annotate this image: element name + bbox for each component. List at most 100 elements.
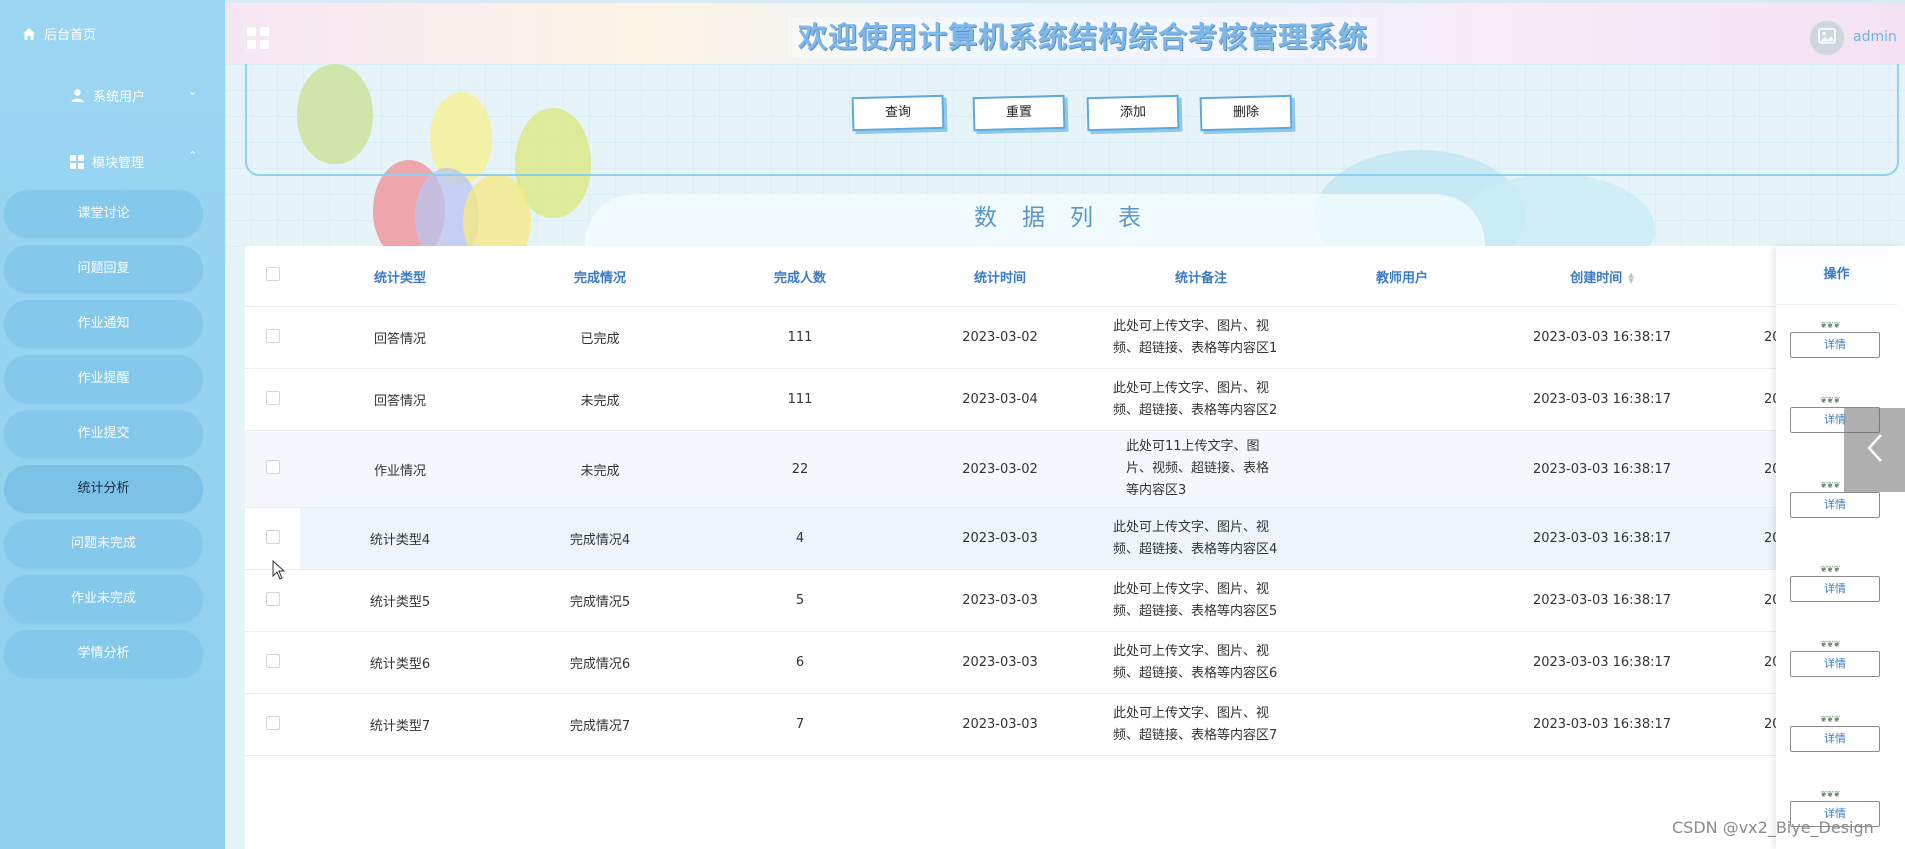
row-checkbox-cell[interactable] — [245, 631, 300, 694]
column-header: 统计备注 — [1100, 246, 1302, 307]
cell-note: 此处可11上传文字、图片、视频、超链接、表格等内容区3 — [1126, 439, 1270, 498]
cell-count: 22 — [700, 430, 900, 508]
cell-note-cell: 此处可上传文字、图片、视频、超链接、表格等内容区4 — [1100, 507, 1302, 570]
sidebar-item-unfinished-questions[interactable]: 问题未完成 — [4, 520, 203, 568]
image-icon — [1818, 28, 1836, 48]
cell-teacher — [1302, 306, 1502, 369]
row-checkbox-cell[interactable] — [245, 693, 300, 756]
detail-button[interactable]: 详情 — [1790, 726, 1880, 752]
cell-note-cell: 此处可上传文字、图片、视频、超链接、表格等内容区5 — [1100, 569, 1302, 632]
row-checkbox[interactable] — [265, 328, 280, 343]
menu-toggle-icon[interactable] — [247, 27, 269, 53]
cell-note-cell: 此处可上传文字、图片、视频、超链接、表格等内容区6 — [1100, 631, 1302, 694]
reset-button[interactable]: 重置 — [972, 94, 1066, 132]
user-icon — [70, 88, 85, 103]
cell-created: 2023-03-03 16:38:17 — [1502, 430, 1702, 508]
row-checkbox-cell[interactable] — [245, 430, 300, 508]
system-title: 欢迎使用计算机系统结构综合考核管理系统 — [788, 17, 1378, 57]
top-bar: 欢迎使用计算机系统结构综合考核管理系统 admin — [225, 0, 1905, 67]
cell-type: 统计类型5 — [300, 569, 500, 632]
add-button[interactable]: 添加 — [1086, 94, 1180, 132]
cell-date: 2023-03-03 — [900, 507, 1100, 570]
cell-status: 未完成 — [500, 368, 700, 431]
cell-type: 作业情况 — [300, 430, 500, 508]
sidebar-item-unfinished-homework[interactable]: 作业未完成 — [4, 575, 203, 623]
sidebar-group-users[interactable]: 系统用户 ⌄ — [70, 85, 197, 105]
detail-button[interactable]: 详情 — [1790, 576, 1880, 602]
sidebar-item-homework-submit[interactable]: 作业提交 — [4, 410, 203, 458]
leaf-decoration-icon: ❦❦❦ — [1820, 640, 1841, 650]
cell-created: 2023-03-03 16:38:17 — [1502, 368, 1702, 431]
table-row: 统计类型5 完成情况5 5 2023-03-03 此处可上传文字、图片、视频、超… — [245, 569, 1905, 632]
cell-count: 6 — [700, 631, 900, 694]
column-header-sortable[interactable]: 创建时间 ▲ ▼ — [1502, 246, 1702, 307]
leaf-decoration-icon: ❦❦❦ — [1820, 396, 1841, 406]
sidebar-item-question-reply[interactable]: 问题回复 — [4, 245, 203, 293]
row-checkbox[interactable] — [265, 591, 280, 606]
row-checkbox[interactable] — [265, 653, 280, 668]
cell-note: 此处可上传文字、图片、视频、超链接、表格等内容区6 — [1113, 643, 1278, 681]
table-row: 统计类型4 完成情况4 4 2023-03-03 此处可上传文字、图片、视频、超… — [245, 507, 1905, 570]
row-checkbox-cell[interactable] — [245, 306, 300, 369]
user-name[interactable]: admin — [1853, 29, 1897, 45]
query-button[interactable]: 查询 — [851, 94, 945, 132]
sidebar-item-statistics[interactable]: 统计分析 — [4, 465, 203, 513]
cell-count: 111 — [700, 306, 900, 369]
table-row: 作业情况 未完成 22 2023-03-02 此处可11上传文字、图片、视频、超… — [245, 430, 1905, 508]
row-checkbox[interactable] — [265, 529, 280, 544]
select-all-cell[interactable] — [245, 246, 300, 307]
cell-note-cell: 此处可上传文字、图片、视频、超链接、表格等内容区1 — [1100, 306, 1302, 369]
cell-status: 完成情况4 — [500, 507, 700, 570]
row-checkbox[interactable] — [265, 390, 280, 405]
sidebar-item-learning-analysis[interactable]: 学情分析 — [4, 630, 203, 678]
cell-type: 回答情况 — [300, 368, 500, 431]
cell-note: 此处可上传文字、图片、视频、超链接、表格等内容区5 — [1113, 581, 1278, 619]
cell-date: 2023-03-02 — [900, 430, 1100, 508]
table-row: 回答情况 已完成 111 2023-03-02 此处可上传文字、图片、视频、超链… — [245, 306, 1905, 369]
sidebar-home[interactable]: 后台首页 — [22, 24, 96, 43]
sidebar-item-homework-reminder[interactable]: 作业提醒 — [4, 355, 203, 403]
cell-count: 111 — [700, 368, 900, 431]
detail-button[interactable]: 详情 — [1790, 651, 1880, 677]
cell-note-cell: 此处可上传文字、图片、视频、超链接、表格等内容区7 — [1100, 693, 1302, 756]
cell-status: 未完成 — [500, 430, 700, 508]
sidebar-group-modules[interactable]: 模块管理 ⌃ — [70, 149, 197, 171]
cell-type: 回答情况 — [300, 306, 500, 369]
select-all-checkbox[interactable] — [265, 267, 280, 281]
row-checkbox[interactable] — [265, 715, 280, 730]
cell-type: 统计类型6 — [300, 631, 500, 694]
cell-date: 2023-03-03 — [900, 631, 1100, 694]
cell-status: 完成情况7 — [500, 693, 700, 756]
sidebar-group-label: 模块管理 — [92, 156, 145, 171]
grid-icon — [70, 154, 84, 169]
cell-teacher — [1302, 430, 1502, 508]
table-row: 回答情况 未完成 111 2023-03-04 此处可上传文字、图片、视频、超链… — [245, 368, 1905, 431]
mouse-cursor-icon — [272, 559, 286, 584]
sidebar-item-classroom-discussion[interactable]: 课堂讨论 — [4, 190, 203, 238]
avatar[interactable] — [1809, 20, 1845, 56]
column-header-label: 创建时间 — [1570, 270, 1623, 286]
detail-button[interactable]: 详情 — [1790, 492, 1880, 518]
cell-count: 4 — [700, 507, 900, 570]
cell-date: 2023-03-03 — [900, 693, 1100, 756]
cell-created: 2023-03-03 16:38:17 — [1502, 306, 1702, 369]
leaf-decoration-icon: ❦❦❦ — [1820, 715, 1841, 725]
cell-teacher — [1302, 507, 1502, 570]
row-checkbox[interactable] — [265, 460, 280, 474]
cell-status: 完成情况5 — [500, 569, 700, 632]
side-panel-toggle[interactable] — [1844, 408, 1905, 492]
cell-type: 统计类型7 — [300, 693, 500, 756]
sidebar-item-homework-notice[interactable]: 作业通知 — [4, 300, 203, 348]
cell-date: 2023-03-02 — [900, 306, 1100, 369]
sort-icon[interactable]: ▲ ▼ — [1628, 272, 1633, 285]
chevron-left-icon — [1866, 433, 1884, 467]
column-header: 统计类型 — [300, 246, 500, 307]
table-header-row: 统计类型 完成情况 完成人数 统计时间 统计备注 教师用户 创建时间▲▼ 更 — [245, 246, 1905, 307]
column-header: 教师用户 — [1302, 246, 1502, 307]
delete-button[interactable]: 删除 — [1199, 94, 1293, 132]
detail-button[interactable]: 详情 — [1790, 332, 1880, 358]
row-checkbox-cell[interactable] — [245, 368, 300, 431]
cell-created: 2023-03-03 16:38:17 — [1502, 693, 1702, 756]
cell-created: 2023-03-03 16:38:17 — [1502, 569, 1702, 632]
main-content: 查询 重置 添加 删除 数据列表 统计类型 完成情况 完成人数 统计时间 统计备… — [225, 64, 1905, 849]
